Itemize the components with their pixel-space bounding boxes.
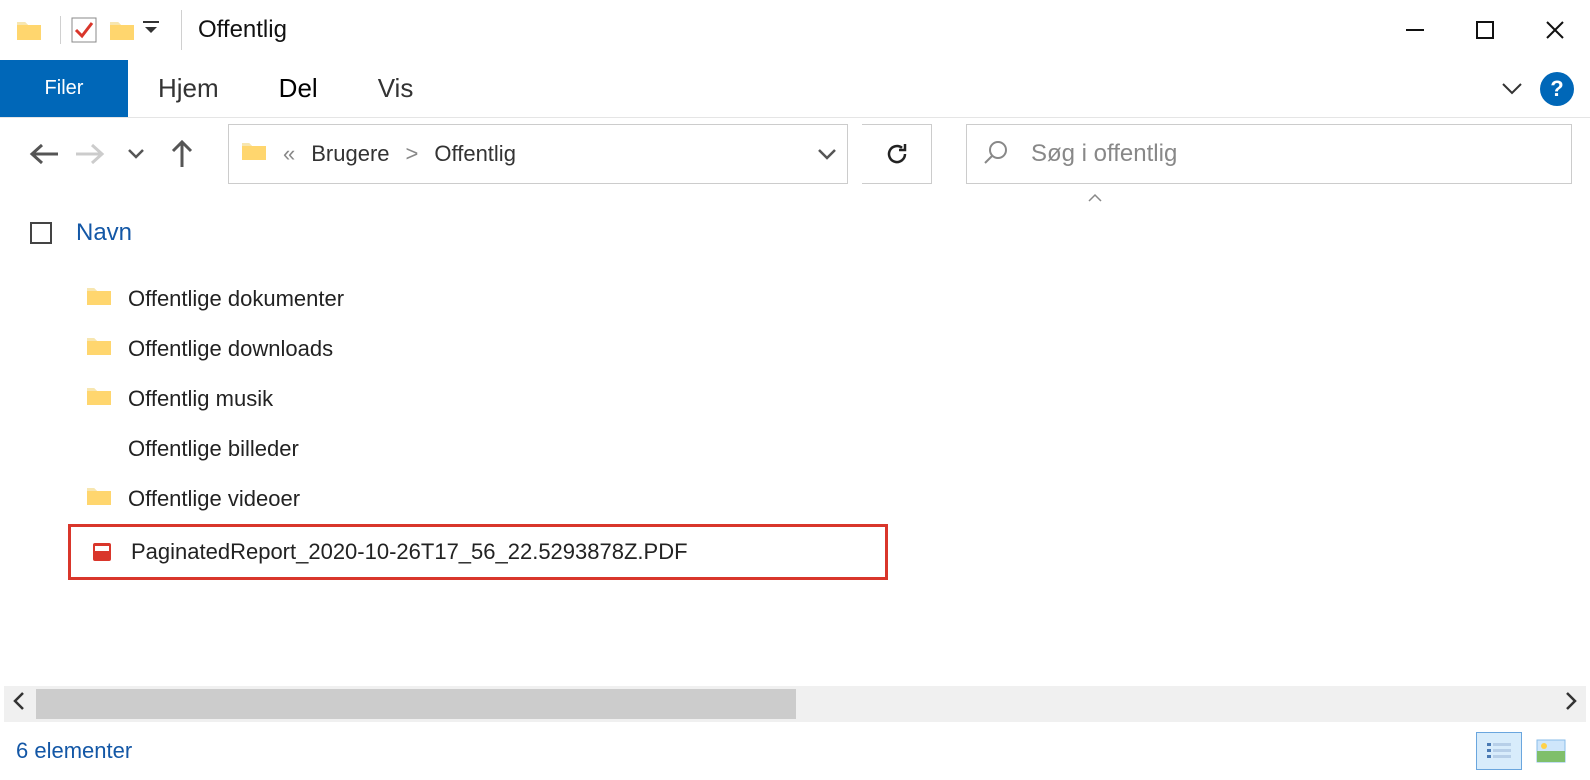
tab-file[interactable]: Filer [0,60,128,117]
collapse-chevron-icon[interactable] [1087,190,1103,206]
status-bar: 6 elementer [0,728,1590,774]
ribbon-tabs: Filer Hjem Del Vis ? [0,60,1590,118]
help-button[interactable]: ? [1540,72,1574,106]
scroll-right-icon[interactable] [1556,691,1586,717]
qat-dropdown-icon[interactable] [143,21,159,38]
minimize-button[interactable] [1380,10,1450,50]
pdf-icon [93,543,111,561]
folder-icon [86,485,112,513]
item-label: Offentlige videoer [128,486,300,512]
item-label: Offentlig musik [128,386,273,412]
file-list: Offentlige dokumenter Offentlige downloa… [0,256,1590,580]
history-chevron-icon[interactable] [120,138,152,170]
qat-separator [60,16,61,44]
breadcrumb-folder-icon [241,140,267,168]
folder-icon [86,285,112,313]
tab-share[interactable]: Del [249,60,348,117]
search-box[interactable] [966,124,1572,184]
list-item[interactable]: Offentlige dokumenter [68,274,1590,324]
up-button[interactable] [166,138,198,170]
ribbon-collapse-chevron-icon[interactable] [1492,60,1532,117]
collapse-chevron-row [0,190,1590,210]
search-icon [983,139,1009,170]
scrollbar-thumb[interactable] [36,689,796,719]
close-button[interactable] [1520,10,1590,50]
window-title: Offentlig [198,16,287,44]
breadcrumb-current[interactable]: Offentlig [434,141,516,167]
qat-folder2-icon[interactable] [107,15,137,45]
column-name[interactable]: Navn [76,219,132,247]
refresh-button[interactable] [862,124,932,184]
back-button[interactable] [28,138,60,170]
title-bar: Offentlig [0,0,1590,60]
forward-button[interactable] [74,138,106,170]
breadcrumb-parent[interactable]: Brugere [311,141,389,167]
item-label: PaginatedReport_2020-10-26T17_56_22.5293… [131,539,688,565]
list-item[interactable]: Offentlige videoer [68,474,1590,524]
tab-view[interactable]: Vis [348,60,444,117]
view-details-button[interactable] [1476,732,1522,770]
tab-home[interactable]: Hjem [128,60,249,117]
status-text: 6 elementer [16,738,132,764]
title-separator [181,10,182,50]
select-all-checkbox[interactable] [30,222,52,244]
maximize-button[interactable] [1450,10,1520,50]
list-item[interactable]: Offentlig musik [68,374,1590,424]
search-input[interactable] [1031,140,1555,168]
breadcrumb-prefix: « [283,141,295,167]
scroll-left-icon[interactable] [4,691,34,717]
view-thumbnails-button[interactable] [1528,732,1574,770]
list-item-highlighted[interactable]: PaginatedReport_2020-10-26T17_56_22.5293… [68,524,888,580]
horizontal-scrollbar[interactable] [4,686,1586,722]
folder-icon [86,385,112,413]
item-label: Offentlige downloads [128,336,333,362]
list-item[interactable]: Offentlige downloads [68,324,1590,374]
list-item[interactable]: Offentlige billeder [68,424,1590,474]
address-dropdown-icon[interactable] [817,141,837,167]
qat-check-icon[interactable] [69,15,99,45]
nav-bar: « Brugere > Offentlig [0,118,1590,190]
breadcrumb-sep: > [406,141,419,167]
folder-icon [86,335,112,363]
address-bar[interactable]: « Brugere > Offentlig [228,124,848,184]
qat-folder-icon [14,15,44,45]
column-header: Navn [0,210,1590,256]
item-label: Offentlige dokumenter [128,286,344,312]
item-label: Offentlige billeder [128,436,299,462]
